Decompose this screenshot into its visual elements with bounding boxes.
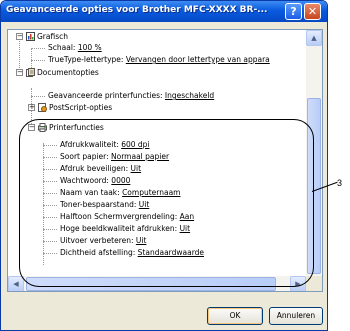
graphics-label: Grafisch bbox=[37, 32, 68, 41]
callout-number: 3 bbox=[337, 178, 343, 188]
postscript-options-icon bbox=[38, 103, 47, 112]
feature-label: Hoge beeldkwaliteit afdrukken: bbox=[60, 224, 180, 233]
feature-label: Halftoon Schermvergrendeling: bbox=[60, 212, 180, 221]
tree-line bbox=[43, 157, 57, 158]
feature-label: Dichtheid afstelling: bbox=[60, 248, 138, 257]
options-tree: − Grafisch Schaal: 100 % TrueType-letter… bbox=[7, 29, 323, 292]
scrollbar-corner bbox=[306, 276, 322, 291]
feature-value[interactable]: Uit bbox=[131, 164, 142, 173]
tree-line bbox=[43, 169, 57, 170]
horizontal-scroll-thumb[interactable] bbox=[26, 277, 276, 291]
scroll-left-button[interactable]: ◀ bbox=[8, 276, 24, 291]
help-button[interactable]: ? bbox=[285, 3, 302, 20]
tree-line bbox=[43, 241, 57, 242]
feature-improve-output[interactable]: Uitvoer verbeteren: Uit bbox=[60, 236, 146, 246]
scale-label: Schaal: bbox=[48, 43, 78, 52]
feature-halftone-lock[interactable]: Halftoon Schermvergrendeling: Aan bbox=[60, 212, 194, 222]
graphics-node[interactable]: Grafisch bbox=[37, 32, 68, 42]
vertical-scroll-thumb[interactable] bbox=[307, 98, 321, 274]
feature-value[interactable]: Aan bbox=[180, 212, 194, 221]
feature-value[interactable]: 0000 bbox=[111, 176, 130, 185]
window-title: Geavanceerde opties voor Brother MFC-XXX… bbox=[6, 5, 268, 15]
truetype-label: TrueType-lettertype: bbox=[48, 55, 126, 64]
tree-line bbox=[43, 193, 57, 194]
printer-features-node[interactable]: Printerfuncties bbox=[49, 123, 104, 133]
title-bar[interactable]: Geavanceerde opties voor Brother MFC-XXX… bbox=[1, 1, 327, 22]
document-options-node[interactable]: Documentopties bbox=[37, 68, 99, 78]
feature-value[interactable]: Normaal papier bbox=[111, 152, 169, 161]
scroll-up-button[interactable]: ▲ bbox=[306, 30, 322, 46]
ok-button[interactable]: OK bbox=[207, 307, 263, 325]
document-options-icon bbox=[26, 68, 35, 77]
feature-password[interactable]: Wachtwoord: 0000 bbox=[60, 176, 130, 186]
feature-label: Afdruk beveiligen: bbox=[60, 164, 131, 173]
feature-label: Uitvoer verbeteren: bbox=[60, 236, 136, 245]
tree-line bbox=[31, 96, 45, 97]
feature-value[interactable]: Uit bbox=[136, 236, 147, 245]
tree-line bbox=[31, 60, 45, 61]
feature-value[interactable]: Uit bbox=[139, 200, 150, 209]
feature-label: Naam van taak: bbox=[60, 188, 123, 197]
collapse-toggle-printer-features[interactable]: − bbox=[28, 124, 35, 131]
postscript-options-label: PostScript-opties bbox=[49, 103, 113, 112]
feature-density-adjustment[interactable]: Dichtheid afstelling: Standaardwaarde bbox=[60, 248, 204, 258]
postscript-options-node[interactable]: PostScript-opties bbox=[49, 103, 112, 113]
horizontal-scrollbar[interactable]: ◀ ▶ bbox=[8, 276, 306, 291]
feature-job-name[interactable]: Naam van taak: Computernaam bbox=[60, 188, 180, 198]
feature-print-quality[interactable]: Afdrukkwaliteit: 600 dpi bbox=[60, 140, 150, 150]
close-button[interactable]: ✕ bbox=[304, 3, 321, 20]
vertical-scrollbar[interactable]: ▲ bbox=[306, 30, 322, 277]
graphics-icon bbox=[26, 32, 35, 41]
tree-line bbox=[43, 145, 57, 146]
tree-line bbox=[43, 181, 57, 182]
feature-label: Toner-bespaarstand: bbox=[60, 200, 139, 209]
scroll-right-button[interactable]: ▶ bbox=[290, 276, 306, 291]
collapse-toggle-document[interactable]: − bbox=[16, 69, 23, 76]
tree-line bbox=[43, 217, 57, 218]
tree-line bbox=[43, 143, 44, 265]
advanced-printer-features-option[interactable]: Geavanceerde printerfuncties: Ingeschake… bbox=[48, 91, 214, 101]
truetype-option[interactable]: TrueType-lettertype: Vervangen door lett… bbox=[48, 55, 270, 65]
feature-value[interactable]: Computernaam bbox=[122, 188, 180, 197]
collapse-toggle-graphics[interactable]: − bbox=[16, 33, 23, 40]
tree-line bbox=[31, 48, 45, 49]
expand-toggle-postscript[interactable]: + bbox=[28, 104, 35, 111]
feature-label: Soort papier: bbox=[60, 152, 112, 161]
tree-line bbox=[43, 229, 57, 230]
feature-paper-type[interactable]: Soort papier: Normaal papier bbox=[60, 152, 169, 162]
cancel-button[interactable]: Annuleren bbox=[269, 307, 323, 325]
feature-value[interactable]: Uit bbox=[180, 224, 191, 233]
feature-high-quality-print[interactable]: Hoge beeldkwaliteit afdrukken: Uit bbox=[60, 224, 190, 234]
truetype-value[interactable]: Vervangen door lettertype van appara bbox=[126, 55, 270, 64]
feature-value[interactable]: Standaardwaarde bbox=[138, 248, 204, 257]
advanced-features-label: Geavanceerde printerfuncties: bbox=[48, 91, 165, 100]
advanced-options-dialog: Geavanceerde opties voor Brother MFC-XXX… bbox=[0, 0, 328, 331]
feature-value[interactable]: 600 dpi bbox=[121, 140, 149, 149]
tree-line bbox=[43, 205, 57, 206]
advanced-features-value[interactable]: Ingeschakeld bbox=[165, 91, 214, 100]
feature-toner-save[interactable]: Toner-bespaarstand: Uit bbox=[60, 200, 149, 210]
tree-line bbox=[43, 253, 57, 254]
printer-features-icon bbox=[38, 123, 47, 132]
scale-option[interactable]: Schaal: 100 % bbox=[48, 43, 102, 53]
scale-value[interactable]: 100 % bbox=[78, 43, 102, 52]
document-options-label: Documentopties bbox=[37, 68, 99, 77]
printer-features-label: Printerfuncties bbox=[49, 123, 104, 132]
feature-secure-print[interactable]: Afdruk beveiligen: Uit bbox=[60, 164, 141, 174]
feature-label: Wachtwoord: bbox=[60, 176, 112, 185]
feature-label: Afdrukkwaliteit: bbox=[60, 140, 122, 149]
